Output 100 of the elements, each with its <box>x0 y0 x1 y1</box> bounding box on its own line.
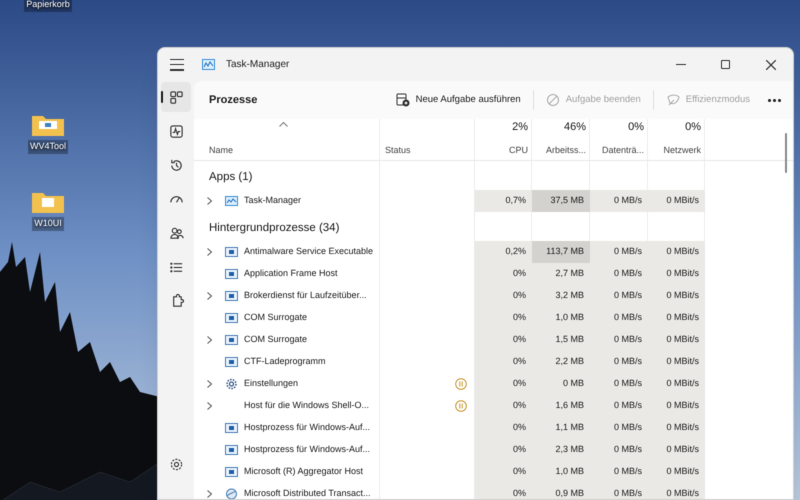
table-cell: 0 MBit/s <box>648 329 705 351</box>
process-name: COM Surrogate <box>244 311 308 324</box>
table-cell: 0 MBit/s <box>648 483 705 499</box>
table-cell: 0% <box>475 373 532 395</box>
table-cell: 0 MBit/s <box>648 461 705 483</box>
process-name: Hostprozess für Windows-Auf... <box>244 421 370 434</box>
table-cell: 0 MBit/s <box>648 351 705 373</box>
table-cell: 2,3 MB <box>532 439 590 461</box>
leaf-icon <box>666 93 680 107</box>
prohibited-icon <box>546 93 560 107</box>
table-cell: 1,6 MB <box>532 395 590 417</box>
table-cell: 1,0 MB <box>532 461 590 483</box>
process-name: Hostprozess für Windows-Auf... <box>244 443 370 456</box>
gear-icon <box>225 378 238 390</box>
process-name: COM Surrogate <box>244 333 308 346</box>
table-cell: 0 MB/s <box>590 241 648 263</box>
window-icon <box>225 466 238 478</box>
window-icon <box>225 246 238 258</box>
table-cell: 113,7 MB <box>532 241 590 263</box>
table-cell: 0 MBit/s <box>648 417 705 439</box>
process-name: Task-Manager <box>244 194 302 208</box>
table-cell: 0 MBit/s <box>648 307 705 329</box>
column-total: 0% <box>685 120 701 135</box>
table-cell: 0% <box>475 461 532 483</box>
table-cell: 0% <box>475 483 532 499</box>
page-title: Prozesse <box>209 92 258 108</box>
globe-icon <box>225 488 238 499</box>
group-heading: Hintergrundprozesse (34) <box>209 220 340 236</box>
table-cell: 0 MBit/s <box>648 190 705 212</box>
table-cell: 0 MB/s <box>590 417 648 439</box>
table-cell: 0 MB <box>532 373 590 395</box>
table-cell: 0 MBit/s <box>648 395 705 417</box>
table-cell: 0 MB/s <box>590 439 648 461</box>
table-cell: 0 MB/s <box>590 263 648 285</box>
app-graph-icon <box>225 195 238 207</box>
new-task-icon <box>396 93 410 107</box>
table-cell: 0 MBit/s <box>648 373 705 395</box>
window-title: Task-Manager <box>226 58 290 72</box>
table-cell: 37,5 MB <box>532 190 590 212</box>
window-icon <box>225 268 238 280</box>
table-cell: 0 MBit/s <box>648 439 705 461</box>
window-icon <box>225 444 238 456</box>
table-cell: 0 MBit/s <box>648 263 705 285</box>
column-header[interactable]: Status <box>385 144 411 157</box>
table-cell: 3,2 MB <box>532 285 590 307</box>
column-header[interactable]: Datenträ... <box>602 144 644 157</box>
scrollbar-thumb[interactable] <box>785 133 787 173</box>
table-cell: 2,7 MB <box>532 263 590 285</box>
table-cell: 0 MB/s <box>590 190 648 212</box>
process-name: Application Frame Host <box>244 267 338 280</box>
window-icon <box>225 356 238 368</box>
process-name: CTF-Ladeprogramm <box>244 355 326 368</box>
table-cell: 0% <box>475 307 532 329</box>
processes-icon[interactable] <box>161 82 191 112</box>
table-cell: 0 MBit/s <box>648 241 705 263</box>
table-cell: 1,1 MB <box>532 417 590 439</box>
process-name: Antimalware Service Executable <box>244 245 374 258</box>
window-icon <box>225 422 238 434</box>
desktop-icon-label[interactable]: W10UI <box>32 217 64 230</box>
table-cell: 0% <box>475 285 532 307</box>
table-cell: 1,0 MB <box>532 307 590 329</box>
table-cell: 0 MB/s <box>590 329 648 351</box>
toolbar-button[interactable]: Neue Aufgabe ausführen <box>392 87 525 113</box>
table-cell: 0,2% <box>475 241 532 263</box>
table-cell: 0 MB/s <box>590 351 648 373</box>
process-name: Microsoft Distributed Transact... <box>244 487 371 499</box>
column-total: 46% <box>564 120 586 135</box>
more-options-icon[interactable] <box>768 98 781 102</box>
table-cell: 0% <box>475 351 532 373</box>
table-cell: 0 MB/s <box>590 307 648 329</box>
table-cell: 0 MB/s <box>590 373 648 395</box>
table-cell: 0,7% <box>475 190 532 212</box>
group-heading: Apps (1) <box>209 170 252 185</box>
table-cell: 0,9 MB <box>532 483 590 499</box>
table-cell: 0% <box>475 395 532 417</box>
table-cell: 0% <box>475 439 532 461</box>
app-graph-icon <box>202 59 215 70</box>
process-name: Brokerdienst für Laufzeitüber... <box>244 289 367 302</box>
column-header[interactable]: Netzwerk <box>663 144 701 157</box>
column-header[interactable]: Name <box>209 144 234 157</box>
window-icon <box>225 290 238 302</box>
table-cell: 0 MBit/s <box>648 285 705 307</box>
desktop-icon-label[interactable]: Papierkorb <box>24 0 72 12</box>
table-cell: 0% <box>475 329 532 351</box>
desktop-icon-label[interactable]: WV4Tool <box>28 140 68 154</box>
table-cell: 0% <box>475 263 532 285</box>
column-total: 2% <box>512 120 528 135</box>
table-cell: 0% <box>475 417 532 439</box>
column-total: 0% <box>628 120 644 135</box>
table-cell: 0 MB/s <box>590 483 648 499</box>
table-cell: 0 MB/s <box>590 285 648 307</box>
table-cell: 2,2 MB <box>532 351 590 373</box>
process-name: Einstellungen <box>244 377 298 390</box>
menu-icon[interactable] <box>170 58 184 70</box>
table-cell: 0 MB/s <box>590 461 648 483</box>
window-icon <box>225 334 238 346</box>
column-header[interactable]: CPU <box>508 144 528 157</box>
process-name: Host für die Windows Shell-O... <box>244 399 370 412</box>
table-cell: 0 MB/s <box>590 395 648 417</box>
column-header[interactable]: Arbeitss... <box>546 144 586 157</box>
